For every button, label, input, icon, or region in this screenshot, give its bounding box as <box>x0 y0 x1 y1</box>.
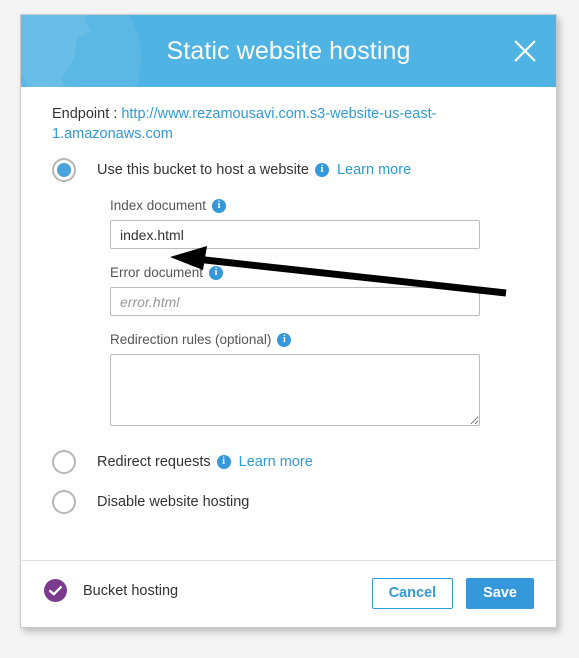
save-button[interactable]: Save <box>466 578 534 609</box>
info-icon[interactable]: i <box>216 455 231 469</box>
static-website-hosting-dialog: Static website hosting Endpoint : http:/… <box>20 14 557 628</box>
option-text-redirect-requests: Redirect requests <box>97 454 211 470</box>
error-document-input[interactable] <box>110 287 480 316</box>
endpoint-row: Endpoint : http://www.rezamousavi.com.s3… <box>21 104 556 144</box>
radio-redirect-requests[interactable] <box>52 450 76 474</box>
redirection-rules-label: Redirection rules (optional) <box>110 332 272 347</box>
endpoint-label: Endpoint : <box>52 106 118 122</box>
index-document-input[interactable] <box>110 220 480 249</box>
dialog-header: Static website hosting <box>21 15 556 87</box>
redirection-rules-block: Redirection rules (optional) i <box>21 332 556 431</box>
index-document-label: Index document <box>110 198 207 213</box>
close-icon[interactable] <box>510 36 540 66</box>
option-text-disable-hosting: Disable website hosting <box>97 494 250 510</box>
learn-more-link-redirect-requests[interactable]: Learn more <box>239 454 313 470</box>
option-row-disable-hosting[interactable]: Disable website hosting <box>21 490 556 514</box>
redirection-rules-label-row: Redirection rules (optional) i <box>110 332 556 347</box>
info-icon[interactable]: i <box>209 265 224 280</box>
index-document-block: Index document i <box>21 198 556 249</box>
check-circle-icon <box>44 579 67 602</box>
error-document-label-row: Error document i <box>110 265 556 280</box>
radio-use-bucket[interactable] <box>52 158 76 182</box>
option-label-redirect-requests: Redirect requests i Learn more <box>97 454 313 470</box>
info-icon[interactable]: i <box>212 198 227 213</box>
dialog-title: Static website hosting <box>166 37 411 65</box>
bucket-hosting-label: Bucket hosting <box>83 582 179 599</box>
option-label-use-bucket: Use this bucket to host a website i Lear… <box>97 162 411 178</box>
bucket-hosting-badge: Bucket hosting <box>44 579 178 602</box>
option-row-redirect-requests[interactable]: Redirect requests i Learn more <box>21 450 556 474</box>
redirection-rules-textarea[interactable] <box>110 354 480 426</box>
option-label-disable-hosting: Disable website hosting <box>97 494 249 510</box>
error-document-label: Error document <box>110 265 204 280</box>
option-text-use-bucket: Use this bucket to host a website <box>97 162 309 178</box>
error-document-block: Error document i <box>21 265 556 316</box>
dialog-footer: Bucket hosting Cancel Save <box>21 560 556 627</box>
info-icon[interactable]: i <box>314 163 329 177</box>
option-row-use-bucket[interactable]: Use this bucket to host a website i Lear… <box>21 158 556 182</box>
cancel-button[interactable]: Cancel <box>371 578 454 609</box>
info-icon[interactable]: i <box>277 332 292 347</box>
learn-more-link-use-bucket[interactable]: Learn more <box>337 162 411 178</box>
radio-disable-hosting[interactable] <box>52 490 76 514</box>
index-document-label-row: Index document i <box>110 198 556 213</box>
footer-buttons: Cancel Save <box>371 578 534 609</box>
dialog-body: Endpoint : http://www.rezamousavi.com.s3… <box>21 104 556 514</box>
